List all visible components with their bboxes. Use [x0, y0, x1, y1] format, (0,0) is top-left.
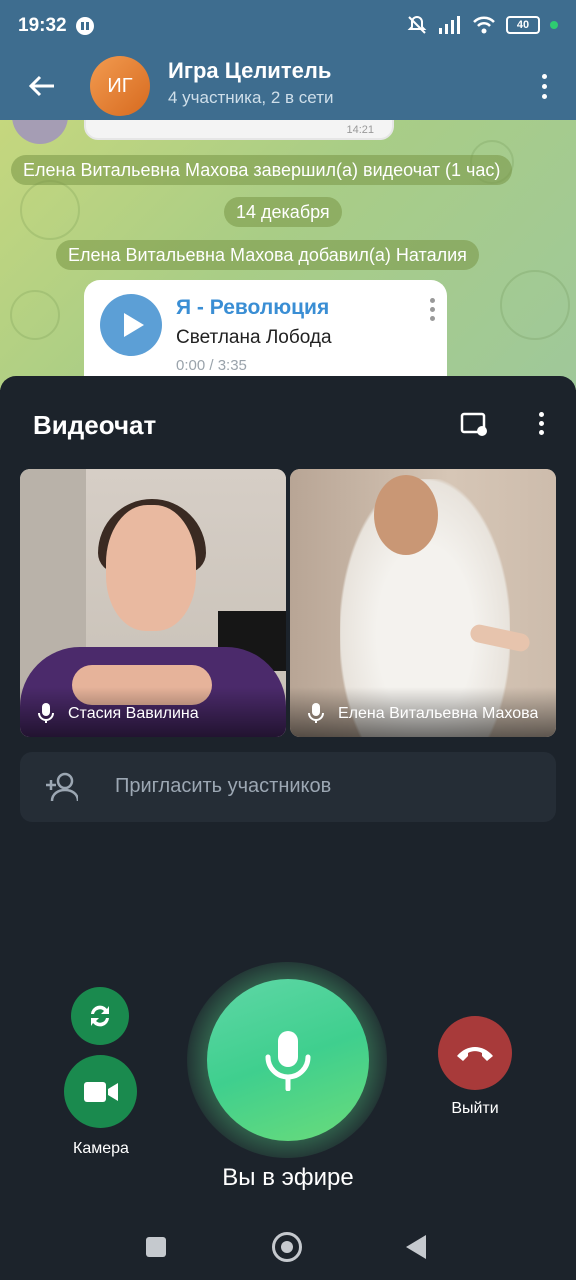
hang-up-icon: [457, 1047, 493, 1061]
service-message: Елена Витальевна Махова завершил(а) виде…: [11, 155, 513, 185]
participant-tile[interactable]: Елена Витальевна Махова: [290, 469, 556, 737]
leave-label: Выйти: [451, 1100, 499, 1117]
system-nav-bar: [0, 1210, 576, 1280]
add-person-icon: [46, 772, 78, 802]
chat-title[interactable]: Игра Целитель: [168, 58, 331, 84]
flip-camera-icon: [91, 1005, 109, 1027]
message-bubble[interactable]: 14:21: [84, 120, 394, 140]
participant-tile[interactable]: Стасия Вавилина: [20, 469, 286, 737]
home-button[interactable]: [272, 1232, 302, 1262]
camera-button[interactable]: [64, 1055, 137, 1128]
date-separator: 14 декабря: [224, 197, 342, 227]
more-vertical-icon[interactable]: [534, 68, 554, 104]
audio-artist: Светлана Лобода: [176, 327, 332, 348]
audio-duration: 0:00 / 3:35: [176, 357, 247, 374]
recents-button[interactable]: [146, 1237, 166, 1257]
microphone-icon: [308, 703, 324, 723]
mic-status: Вы в эфире: [222, 1164, 354, 1191]
chat-subtitle: 4 участника, 2 в сети: [168, 88, 334, 107]
play-icon[interactable]: [100, 294, 162, 356]
signal-icon: [439, 16, 460, 34]
participant-video: [106, 505, 196, 631]
leave-button[interactable]: [438, 1016, 512, 1090]
microphone-icon: [265, 1031, 311, 1091]
status-time: 19:32: [18, 15, 67, 36]
chat-avatar[interactable]: ИГ: [90, 56, 150, 116]
audio-message[interactable]: Я - Революция Светлана Лобода 0:00 / 3:3…: [84, 280, 447, 390]
video-camera-icon: [83, 1081, 118, 1102]
recording-icon: [76, 17, 94, 35]
audio-more-icon[interactable]: [427, 298, 437, 321]
mute-icon: [407, 15, 427, 34]
participant-name: Елена Витальевна Махова: [338, 705, 539, 722]
back-button[interactable]: [22, 66, 62, 106]
video-chat-title: Видеочат: [33, 410, 157, 440]
message-time: 14:21: [346, 124, 374, 136]
service-message: Елена Витальевна Махова добавил(а) Натал…: [56, 240, 479, 270]
microphone-icon: [38, 703, 54, 723]
invite-label: Пригласить участников: [115, 775, 332, 797]
camera-label: Камера: [73, 1140, 129, 1157]
microphone-button[interactable]: [207, 979, 369, 1141]
participant-name: Стасия Вавилина: [68, 705, 199, 722]
video-chat-more-icon[interactable]: [536, 412, 546, 435]
system-back-button[interactable]: [406, 1235, 426, 1259]
audio-title: Я - Революция: [176, 296, 330, 319]
flip-camera-button[interactable]: [71, 987, 129, 1045]
invite-participants-button[interactable]: Пригласить участников: [20, 752, 556, 822]
back-arrow-icon: [28, 75, 54, 97]
status-bar: 19:32 40: [0, 0, 576, 52]
avatar[interactable]: [12, 120, 68, 144]
screen-cast-icon[interactable]: [460, 412, 488, 436]
chat-header: ИГ Игра Целитель 4 участника, 2 в сети: [0, 52, 576, 120]
battery-icon: 40: [506, 16, 540, 34]
wifi-icon: [473, 16, 495, 34]
chat-background: 14:21 Елена Витальевна Махова завершил(а…: [0, 120, 576, 390]
status-icons: 40: [406, 14, 558, 36]
privacy-dot-icon: [550, 21, 558, 29]
